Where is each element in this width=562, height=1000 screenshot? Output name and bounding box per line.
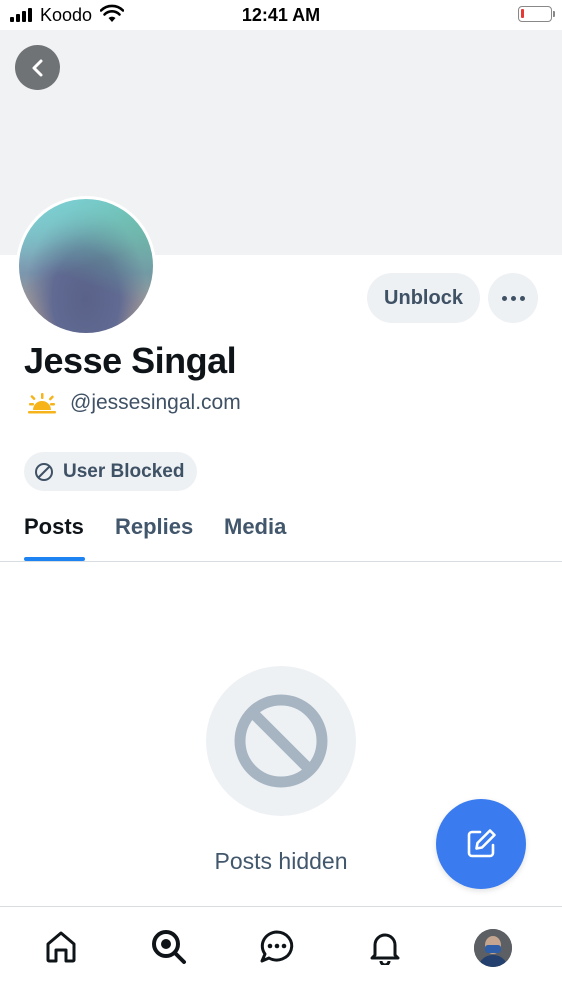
avatar-image [19, 199, 153, 333]
handle-row: @jessesingal.com [26, 390, 241, 416]
chevron-left-icon [32, 59, 42, 76]
unblock-button[interactable]: Unblock [367, 273, 480, 323]
compose-icon [467, 829, 496, 858]
ban-icon [234, 694, 328, 788]
nav-notifications[interactable] [365, 927, 405, 967]
bell-icon [370, 933, 400, 965]
profile-tabs: Posts Replies Media [0, 500, 562, 562]
empty-state-icon-container [206, 666, 356, 816]
active-tab-indicator [24, 557, 85, 561]
status-bar: Koodo 12:41 AM [0, 0, 562, 30]
more-options-button[interactable] [488, 273, 538, 323]
clock: 12:41 AM [241, 5, 321, 25]
home-icon [46, 931, 76, 963]
nav-profile-avatar[interactable] [474, 929, 512, 967]
chat-icon [260, 930, 294, 963]
profile-avatar[interactable] [16, 196, 156, 336]
nav-home[interactable] [41, 927, 81, 967]
battery-level [521, 9, 524, 18]
user-blocked-label: User Blocked [63, 460, 185, 482]
profile-handle: @jessesingal.com [70, 391, 241, 414]
compose-button[interactable] [436, 799, 526, 889]
nav-chat[interactable] [257, 927, 297, 967]
tab-posts[interactable]: Posts [24, 514, 84, 540]
user-blocked-badge[interactable]: User Blocked [24, 452, 198, 491]
sunrise-emoji-icon [28, 393, 56, 414]
search-icon [152, 930, 186, 964]
back-button[interactable] [15, 45, 60, 90]
nav-search[interactable] [149, 927, 189, 967]
bottom-navigation [0, 906, 562, 1000]
avatar [474, 929, 512, 967]
battery-icon [518, 6, 555, 22]
display-name: Jesse Singal [24, 340, 237, 381]
ban-icon [35, 462, 53, 481]
ellipsis-icon [501, 295, 507, 301]
tab-replies[interactable]: Replies [115, 514, 193, 540]
tab-media[interactable]: Media [224, 514, 286, 540]
